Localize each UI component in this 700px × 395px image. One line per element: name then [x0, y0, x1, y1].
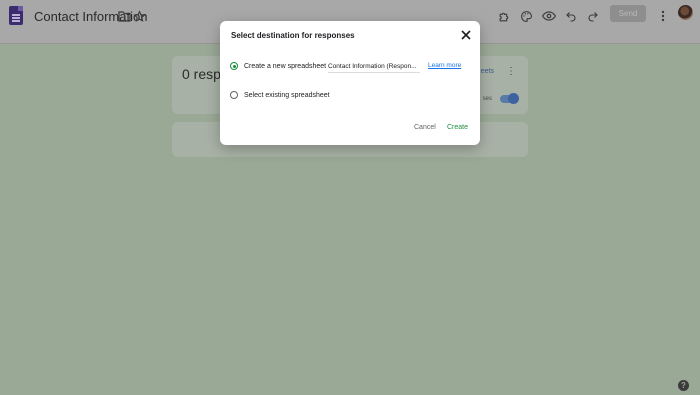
preview-eye-icon[interactable]: [541, 8, 557, 24]
close-icon[interactable]: [460, 28, 472, 40]
accepting-responses-label: ses: [482, 96, 492, 102]
option-existing-spreadsheet[interactable]: Select existing spreadsheet: [230, 91, 330, 99]
learn-more-link[interactable]: Learn more: [428, 62, 461, 69]
folder-icon[interactable]: [116, 8, 132, 24]
accepting-responses-toggle[interactable]: [500, 93, 519, 104]
cancel-button[interactable]: Cancel: [414, 124, 436, 131]
option-existing-label: Select existing spreadsheet: [244, 91, 330, 99]
option-new-spreadsheet[interactable]: Create a new spreadsheet: [230, 62, 326, 70]
send-button[interactable]: Send: [610, 5, 646, 22]
addon-icon[interactable]: [496, 8, 512, 24]
help-icon[interactable]: ?: [678, 380, 689, 391]
create-button[interactable]: Create: [447, 124, 468, 131]
more-vert-icon[interactable]: [655, 8, 671, 24]
spreadsheet-name-field[interactable]: Contact Information (Respon...: [328, 61, 420, 73]
dialog-title: Select destination for responses: [231, 31, 355, 40]
select-destination-dialog: Select destination for responses Create …: [220, 21, 480, 145]
option-new-label: Create a new spreadsheet: [244, 62, 327, 70]
radio-existing-spreadsheet[interactable]: [230, 91, 238, 99]
forms-logo-icon[interactable]: [9, 6, 23, 25]
radio-new-spreadsheet[interactable]: [230, 62, 238, 70]
link-to-sheets[interactable]: eets: [481, 68, 494, 75]
card-more-icon[interactable]: ⋮: [506, 66, 516, 77]
avatar[interactable]: [678, 5, 693, 20]
responses-count: 0 resp: [182, 66, 221, 82]
palette-icon[interactable]: [518, 8, 534, 24]
star-icon[interactable]: [131, 8, 147, 24]
undo-icon[interactable]: [563, 8, 579, 24]
redo-icon[interactable]: [585, 8, 601, 24]
